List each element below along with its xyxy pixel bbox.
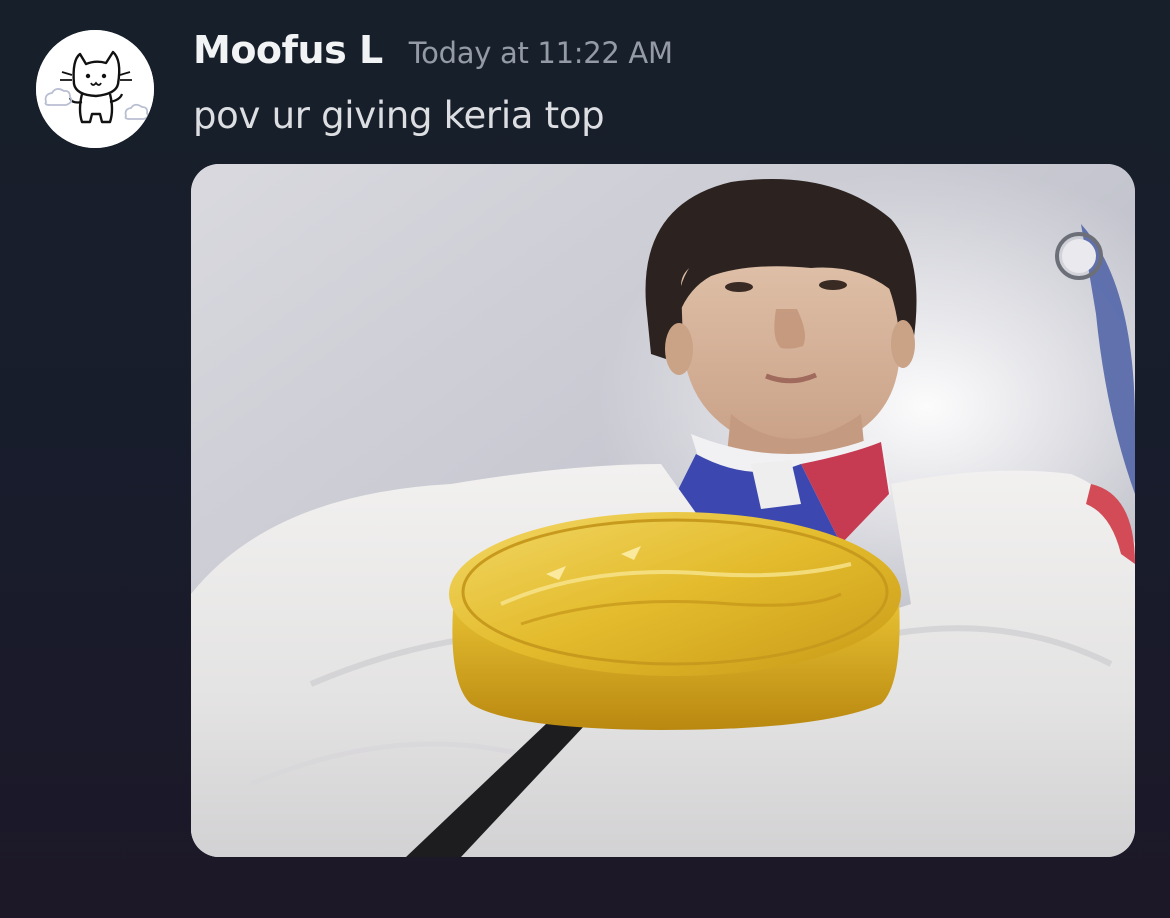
message-content: pov ur giving keria top xyxy=(193,94,605,137)
timestamp: Today at 11:22 AM xyxy=(408,36,673,70)
user-avatar[interactable] xyxy=(36,30,154,148)
username[interactable]: Moofus L xyxy=(193,28,383,72)
chat-message: Moofus L Today at 11:22 AM pov ur giving… xyxy=(0,0,1170,918)
image-attachment[interactable] xyxy=(191,164,1135,857)
message-header: Moofus L Today at 11:22 AM xyxy=(193,28,673,76)
cat-doodle-icon xyxy=(36,30,154,148)
photo-icon xyxy=(191,164,1135,857)
